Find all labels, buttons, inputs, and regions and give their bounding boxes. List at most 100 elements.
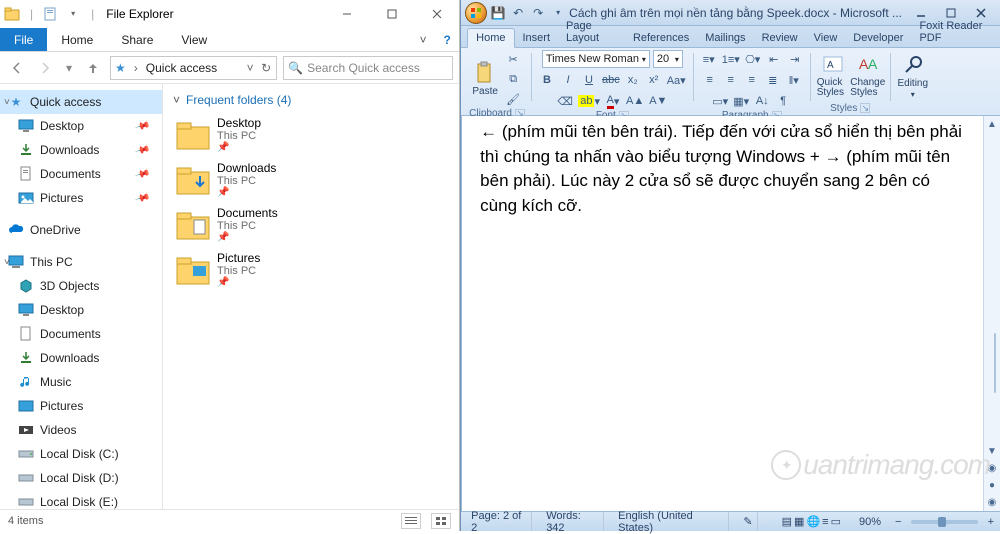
- align-center-button[interactable]: ≡: [722, 71, 740, 89]
- nav-onedrive[interactable]: OneDrive: [0, 218, 162, 242]
- folder-item-downloads[interactable]: DownloadsThis PC📌: [173, 157, 348, 202]
- minimize-button[interactable]: [324, 0, 369, 28]
- view-web-layout-icon[interactable]: 🌐: [806, 515, 820, 528]
- show-marks-button[interactable]: ¶: [774, 92, 792, 110]
- shrink-font-button[interactable]: A▼: [648, 92, 668, 110]
- scroll-down-button[interactable]: ▼: [984, 443, 1000, 460]
- font-color-button[interactable]: A▾: [604, 92, 622, 110]
- close-button[interactable]: [414, 0, 459, 28]
- font-size-select[interactable]: 20▾: [653, 50, 683, 68]
- browse-object-button[interactable]: ●: [984, 477, 1000, 494]
- align-right-button[interactable]: ≡: [743, 71, 761, 89]
- font-name-select[interactable]: Times New Roman▾: [542, 50, 650, 68]
- chevron-right-icon[interactable]: ›: [130, 61, 142, 75]
- nav-qa-downloads[interactable]: Downloads📌: [0, 138, 162, 162]
- bold-button[interactable]: B: [538, 71, 556, 89]
- nav-pc-videos[interactable]: Videos: [0, 418, 162, 442]
- shading-button[interactable]: ▭▾: [711, 92, 729, 110]
- underline-button[interactable]: U: [580, 71, 598, 89]
- subscript-button[interactable]: x₂: [624, 71, 642, 89]
- scroll-up-button[interactable]: ▲: [984, 116, 1000, 133]
- status-language[interactable]: English (United States): [614, 512, 729, 531]
- decrease-indent-button[interactable]: ⇤: [765, 50, 783, 68]
- word-tab-pagelayout[interactable]: Page Layout: [558, 17, 625, 47]
- vertical-scrollbar[interactable]: ▲ ▼ ◉ ● ◉: [983, 116, 1000, 511]
- zoom-in-button[interactable]: +: [988, 516, 994, 528]
- clear-format-button[interactable]: ⌫: [556, 92, 574, 110]
- explorer-app-icon[interactable]: [4, 6, 20, 22]
- nav-pc-3dobjects[interactable]: 3D Objects: [0, 274, 162, 298]
- chevron-down-icon[interactable]: ˅: [173, 93, 180, 107]
- nav-qa-desktop[interactable]: Desktop📌: [0, 114, 162, 138]
- italic-button[interactable]: I: [559, 71, 577, 89]
- align-left-button[interactable]: ≡: [701, 71, 719, 89]
- nav-pc-disk-c[interactable]: Local Disk (C:): [0, 442, 162, 466]
- justify-button[interactable]: ≣: [764, 71, 782, 89]
- format-painter-button[interactable]: 🖌: [504, 90, 522, 108]
- tab-file[interactable]: File: [0, 28, 47, 51]
- nav-pc-documents[interactable]: Documents: [0, 322, 162, 346]
- document-text[interactable]: ← (phím mũi tên bên trái). Tiếp đến với …: [480, 122, 962, 215]
- numbering-button[interactable]: 1≡▾: [721, 50, 741, 68]
- nav-pc-disk-d[interactable]: Local Disk (D:): [0, 466, 162, 490]
- bullets-button[interactable]: ≡▾: [700, 50, 718, 68]
- help-icon[interactable]: ?: [435, 28, 459, 51]
- nav-quick-access[interactable]: ˅ ★ Quick access: [0, 90, 162, 114]
- address-text[interactable]: Quick access: [146, 61, 217, 75]
- zoom-out-button[interactable]: −: [895, 516, 901, 528]
- explorer-content-pane[interactable]: ˅ Frequent folders (4) DesktopThis PC📌 D…: [163, 84, 459, 509]
- nav-history-dropdown[interactable]: ▾: [62, 57, 76, 79]
- status-words[interactable]: Words: 342: [542, 512, 604, 531]
- group-header-frequent[interactable]: ˅ Frequent folders (4): [173, 90, 449, 110]
- word-tab-insert[interactable]: Insert: [515, 29, 559, 47]
- borders-button[interactable]: ▦▾: [732, 92, 750, 110]
- qat-properties-icon[interactable]: [43, 6, 59, 22]
- document-page[interactable]: ← (phím mũi tên bên trái). Tiếp đến với …: [468, 116, 982, 511]
- paste-button[interactable]: Paste: [469, 56, 501, 102]
- status-track-changes-icon[interactable]: ✎: [739, 512, 757, 531]
- address-bar[interactable]: ★ › Quick access ˅ ↻: [110, 56, 277, 80]
- change-case-button[interactable]: Aa▾: [666, 71, 687, 89]
- word-tab-mailings[interactable]: Mailings: [697, 29, 753, 47]
- zoom-slider[interactable]: [911, 520, 977, 524]
- refresh-icon[interactable]: ↻: [260, 61, 272, 75]
- nav-pc-disk-e[interactable]: Local Disk (E:): [0, 490, 162, 509]
- editing-button[interactable]: Editing▾: [897, 53, 929, 99]
- office-button[interactable]: [465, 2, 487, 24]
- dialog-launcher-icon[interactable]: ↘: [860, 103, 870, 113]
- maximize-button[interactable]: [369, 0, 414, 28]
- view-large-icons-button[interactable]: [431, 513, 451, 529]
- nav-pc-music[interactable]: Music: [0, 370, 162, 394]
- explorer-titlebar[interactable]: | ▾ | File Explorer: [0, 0, 459, 28]
- chevron-down-icon[interactable]: ˅: [4, 257, 10, 268]
- folder-item-desktop[interactable]: DesktopThis PC📌: [173, 112, 348, 157]
- view-details-button[interactable]: [401, 513, 421, 529]
- prev-page-button[interactable]: ◉: [984, 460, 1000, 477]
- word-tab-home[interactable]: Home: [467, 28, 514, 48]
- search-box[interactable]: 🔍 Search Quick access: [283, 56, 453, 80]
- folder-item-pictures[interactable]: PicturesThis PC📌: [173, 247, 348, 292]
- nav-pc-pictures[interactable]: Pictures: [0, 394, 162, 418]
- folder-item-documents[interactable]: DocumentsThis PC📌: [173, 202, 348, 247]
- copy-button[interactable]: ⧉: [504, 70, 522, 88]
- line-spacing-button[interactable]: ‖▾: [785, 71, 803, 89]
- qat-save-icon[interactable]: 💾: [491, 6, 505, 20]
- superscript-button[interactable]: x²: [645, 71, 663, 89]
- view-draft-icon[interactable]: ▭: [831, 515, 841, 528]
- ribbon-expand-icon[interactable]: ˅: [411, 28, 435, 51]
- nav-forward-button[interactable]: [34, 57, 56, 79]
- qat-redo-icon[interactable]: ↷: [531, 6, 545, 20]
- cut-button[interactable]: ✂: [504, 50, 522, 68]
- view-full-screen-icon[interactable]: ▦: [794, 515, 804, 528]
- zoom-level[interactable]: 90%: [855, 512, 885, 531]
- change-styles-button[interactable]: AAChange Styles: [852, 53, 884, 99]
- explorer-nav-pane[interactable]: ˅ ★ Quick access Desktop📌 Downloads📌 Doc…: [0, 84, 163, 509]
- grow-font-button[interactable]: A▲: [625, 92, 645, 110]
- nav-qa-documents[interactable]: Documents📌: [0, 162, 162, 186]
- sort-button[interactable]: A↓: [753, 92, 771, 110]
- tab-view[interactable]: View: [167, 28, 221, 51]
- qat-undo-icon[interactable]: ↶: [511, 6, 525, 20]
- address-dropdown-icon[interactable]: ˅: [244, 61, 256, 75]
- word-tab-foxit[interactable]: Foxit Reader PDF: [911, 17, 1000, 47]
- highlight-button[interactable]: ab▾: [577, 92, 601, 110]
